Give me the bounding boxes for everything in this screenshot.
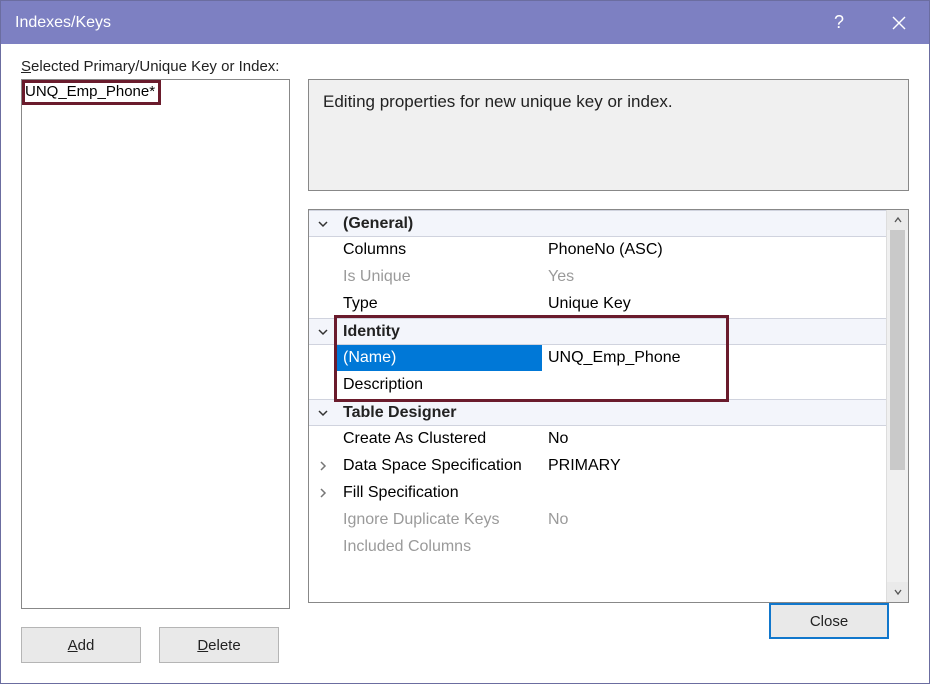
chevron-right-icon — [318, 488, 328, 498]
prop-name[interactable]: (Name) UNQ_Emp_Phone — [309, 345, 886, 372]
vertical-scrollbar[interactable] — [886, 210, 908, 602]
help-button[interactable]: ? — [809, 1, 869, 44]
scroll-down-button[interactable] — [887, 582, 908, 602]
category-table-designer[interactable]: Table Designer — [309, 399, 886, 426]
prop-included-columns[interactable]: Included Columns — [309, 534, 886, 561]
category-identity[interactable]: Identity — [309, 318, 886, 345]
prop-type[interactable]: Type Unique Key — [309, 291, 886, 318]
window-title: Indexes/Keys — [15, 14, 111, 32]
scroll-up-button[interactable] — [887, 210, 908, 230]
prop-columns[interactable]: Columns PhoneNo (ASC) — [309, 237, 886, 264]
chevron-down-icon — [318, 327, 328, 337]
prop-create-as-clustered[interactable]: Create As Clustered No — [309, 426, 886, 453]
category-general[interactable]: (General) — [309, 210, 886, 237]
chevron-down-icon — [318, 219, 328, 229]
close-icon — [892, 16, 906, 30]
property-grid[interactable]: (General) Columns PhoneNo (ASC) Is Uniqu… — [308, 209, 909, 603]
prop-fill-specification[interactable]: Fill Specification — [309, 480, 886, 507]
chevron-down-icon — [318, 408, 328, 418]
dialog-content: Selected Primary/Unique Key or Index: UN… — [1, 44, 929, 683]
close-button[interactable]: Close — [769, 603, 889, 639]
delete-button[interactable]: Delete — [159, 627, 279, 663]
prop-description[interactable]: Description — [309, 372, 886, 399]
window-close-button[interactable] — [869, 1, 929, 44]
list-item[interactable]: UNQ_Emp_Phone* — [22, 80, 161, 105]
prop-ignore-duplicate-keys[interactable]: Ignore Duplicate Keys No — [309, 507, 886, 534]
titlebar[interactable]: Indexes/Keys ? — [1, 1, 929, 44]
index-listbox[interactable]: UNQ_Emp_Phone* — [21, 79, 290, 609]
chevron-up-icon — [894, 216, 902, 224]
prop-is-unique[interactable]: Is Unique Yes — [309, 264, 886, 291]
chevron-down-icon — [894, 588, 902, 596]
description-panel: Editing properties for new unique key or… — [308, 79, 909, 191]
dialog-window: Indexes/Keys ? Selected Primary/Unique K… — [0, 0, 930, 684]
section-label: Selected Primary/Unique Key or Index: — [21, 58, 909, 75]
chevron-right-icon — [318, 461, 328, 471]
add-button[interactable]: Add — [21, 627, 141, 663]
prop-data-space-specification[interactable]: Data Space Specification PRIMARY — [309, 453, 886, 480]
scroll-thumb[interactable] — [890, 230, 905, 470]
